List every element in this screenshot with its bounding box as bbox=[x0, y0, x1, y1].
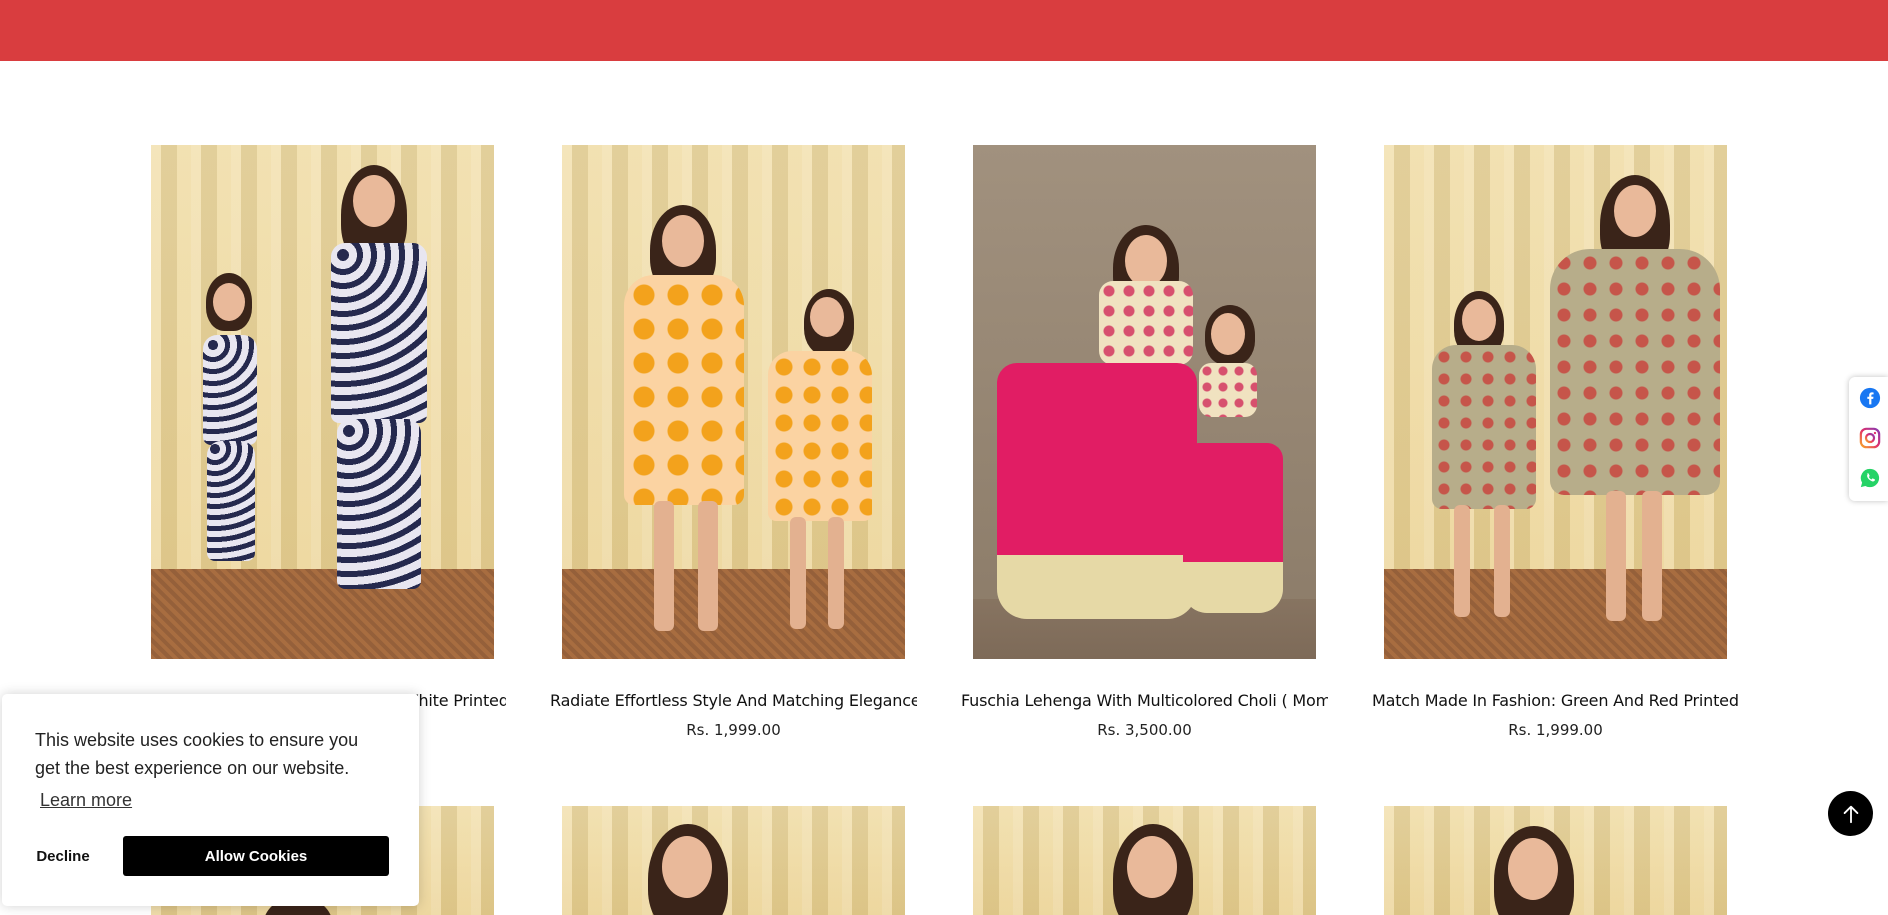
product-card[interactable]: Fuschia Lehenga With Multicolored Choli … bbox=[961, 145, 1328, 739]
learn-more-link[interactable]: Learn more bbox=[40, 790, 132, 811]
product-title[interactable]: Radiate Effortless Style And Matching El… bbox=[550, 691, 917, 710]
product-title[interactable]: Match Made In Fashion: Green And Red Pri… bbox=[1372, 691, 1739, 710]
product-card[interactable]: Radiate Effortless Style And Matching El… bbox=[550, 145, 917, 739]
product-card[interactable]: Match Made In Fashion: Blue And White Pr… bbox=[139, 145, 506, 710]
product-image[interactable] bbox=[1384, 145, 1727, 659]
product-image[interactable] bbox=[151, 145, 494, 659]
cookie-banner: This website uses cookies to ensure you … bbox=[2, 694, 419, 906]
whatsapp-icon[interactable] bbox=[1859, 467, 1881, 489]
facebook-icon[interactable] bbox=[1859, 387, 1881, 409]
allow-cookies-button[interactable]: Allow Cookies bbox=[123, 836, 389, 876]
product-image[interactable] bbox=[1384, 806, 1727, 915]
decline-button[interactable]: Decline bbox=[22, 836, 104, 876]
top-banner bbox=[0, 0, 1888, 61]
product-card[interactable] bbox=[562, 806, 905, 915]
product-title[interactable]: Fuschia Lehenga With Multicolored Choli … bbox=[961, 691, 1328, 710]
product-card[interactable] bbox=[1384, 806, 1727, 915]
product-image[interactable] bbox=[562, 145, 905, 659]
product-image[interactable] bbox=[973, 806, 1316, 915]
product-image[interactable] bbox=[973, 145, 1316, 659]
arrow-up-icon bbox=[1843, 805, 1858, 823]
product-card[interactable] bbox=[973, 806, 1316, 915]
back-to-top-button[interactable] bbox=[1828, 791, 1873, 836]
product-price: Rs. 1,999.00 bbox=[1508, 721, 1603, 739]
product-price: Rs. 1,999.00 bbox=[686, 721, 781, 739]
product-card[interactable]: Match Made In Fashion: Green And Red Pri… bbox=[1372, 145, 1739, 739]
product-price: Rs. 3,500.00 bbox=[1097, 721, 1192, 739]
cookie-message: This website uses cookies to ensure you … bbox=[35, 730, 359, 778]
product-image[interactable] bbox=[562, 806, 905, 915]
instagram-icon[interactable] bbox=[1859, 427, 1881, 449]
social-sidebar bbox=[1849, 377, 1888, 501]
